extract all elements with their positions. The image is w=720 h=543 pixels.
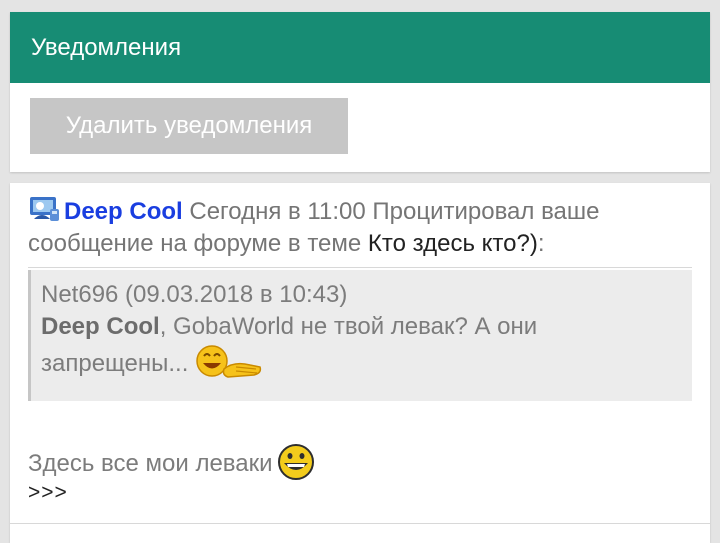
smile-wave-emoji-icon: [194, 343, 264, 383]
more-link[interactable]: >>>: [28, 481, 68, 505]
notification-user-link[interactable]: Deep Cool: [64, 198, 183, 225]
notification-item: Deep Cool Сегодня в 11:00 Процитировал в…: [10, 183, 710, 543]
page-title: Уведомления: [10, 12, 710, 83]
quote-text: , GobaWorld не твой левак? А они: [159, 313, 538, 340]
grin-emoji-icon: [277, 443, 315, 481]
notifications-panel: Уведомления Удалить уведомления: [10, 12, 710, 172]
notification-time: Сегодня в 11:00: [189, 198, 366, 225]
reply-message: Здесь все мои леваки: [28, 450, 273, 477]
delete-notifications-button[interactable]: Удалить уведомления: [30, 98, 348, 154]
notification-topic-link[interactable]: Кто здесь кто?): [368, 230, 538, 257]
item-bottom-border: [10, 523, 710, 524]
quote-text-line1: Deep Cool, GobaWorld не твой левак? А он…: [41, 311, 692, 343]
divider: [28, 267, 692, 268]
notification-suffix: :: [537, 230, 545, 257]
quote-text-line2: запрещены...: [41, 343, 692, 383]
quote-block: Net696 (09.03.2018 в 10:43) Deep Cool, G…: [28, 270, 692, 401]
user-avatar-icon: [28, 195, 61, 223]
reply-text: Здесь все мои леваки: [28, 443, 315, 481]
quote-addressee: Deep Cool: [41, 313, 160, 340]
quote-text-end: запрещены...: [41, 350, 189, 377]
quote-meta: Net696 (09.03.2018 в 10:43): [41, 281, 348, 308]
notification-text: Deep Cool Сегодня в 11:00 Процитировал в…: [28, 195, 693, 260]
